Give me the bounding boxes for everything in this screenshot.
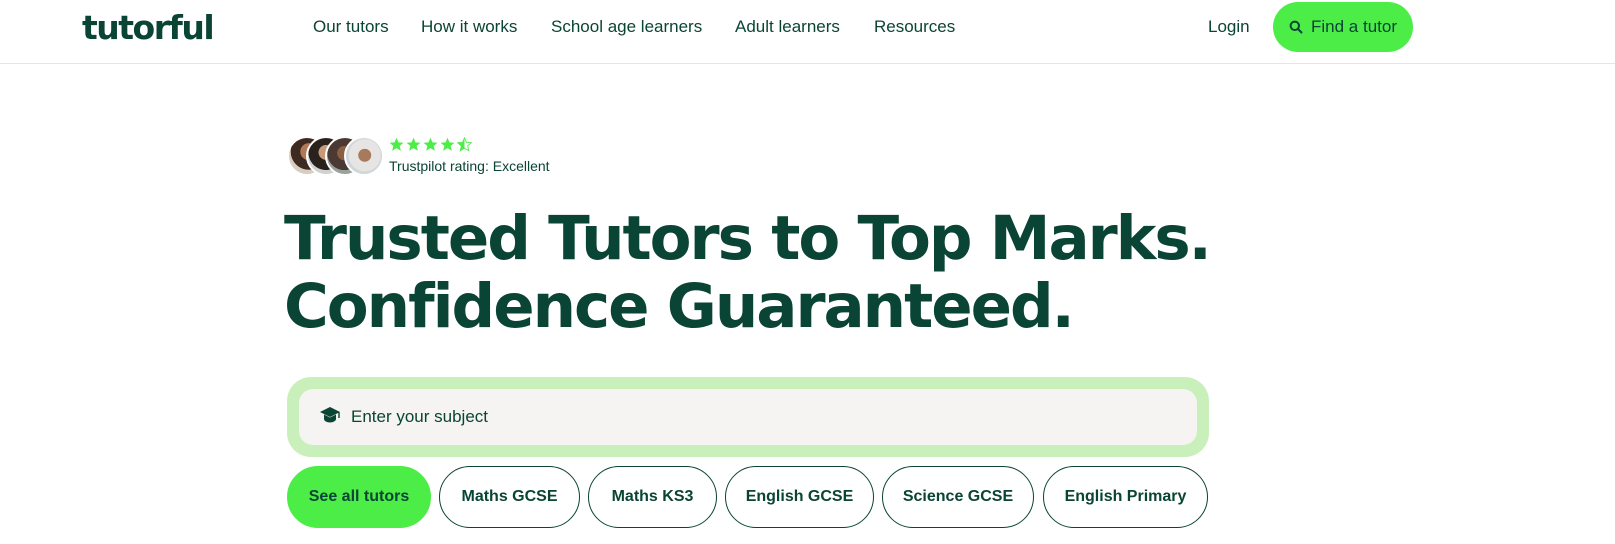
hero-headline-line-1: Trusted Tutors to Top Marks. bbox=[284, 203, 1212, 274]
graduation-cap-icon bbox=[319, 405, 341, 430]
hero-headline: Trusted Tutors to Top Marks. Confidence … bbox=[284, 203, 1212, 342]
nav-our-tutors[interactable]: Our tutors bbox=[313, 16, 389, 38]
chip-science-gcse[interactable]: Science GCSE bbox=[882, 466, 1034, 528]
find-a-tutor-button[interactable]: Find a tutor bbox=[1273, 2, 1413, 52]
subject-search-box: Enter your subject bbox=[287, 377, 1209, 457]
star-icon bbox=[440, 137, 455, 151]
nav-how-it-works[interactable]: How it works bbox=[421, 16, 517, 38]
login-link[interactable]: Login bbox=[1208, 16, 1250, 38]
trustpilot-rating: Trustpilot rating: Excellent bbox=[389, 158, 550, 174]
star-icon bbox=[389, 137, 404, 151]
star-icon bbox=[423, 137, 438, 151]
star-icon bbox=[406, 137, 421, 151]
see-all-tutors-button[interactable]: See all tutors bbox=[287, 466, 431, 528]
hero-headline-line-2: Confidence Guaranteed. bbox=[284, 271, 1075, 342]
nav-school-age-learners[interactable]: School age learners bbox=[551, 16, 702, 38]
tutor-avatars bbox=[287, 136, 385, 176]
chip-maths-ks3[interactable]: Maths KS3 bbox=[588, 466, 717, 528]
nav-resources[interactable]: Resources bbox=[874, 16, 955, 38]
avatar bbox=[344, 136, 384, 176]
nav-adult-learners[interactable]: Adult learners bbox=[735, 16, 840, 38]
chip-english-primary[interactable]: English Primary bbox=[1043, 466, 1208, 528]
search-icon bbox=[1289, 20, 1303, 34]
site-header: tutorful Our tutors How it works School … bbox=[0, 0, 1615, 64]
search-placeholder: Enter your subject bbox=[351, 407, 489, 426]
trustpilot-stars bbox=[389, 137, 472, 152]
chip-english-gcse[interactable]: English GCSE bbox=[725, 466, 874, 528]
subject-search-input[interactable]: Enter your subject bbox=[299, 389, 1197, 445]
chip-maths-gcse[interactable]: Maths GCSE bbox=[439, 466, 580, 528]
half-star-icon bbox=[457, 137, 472, 152]
find-a-tutor-label: Find a tutor bbox=[1311, 17, 1397, 36]
